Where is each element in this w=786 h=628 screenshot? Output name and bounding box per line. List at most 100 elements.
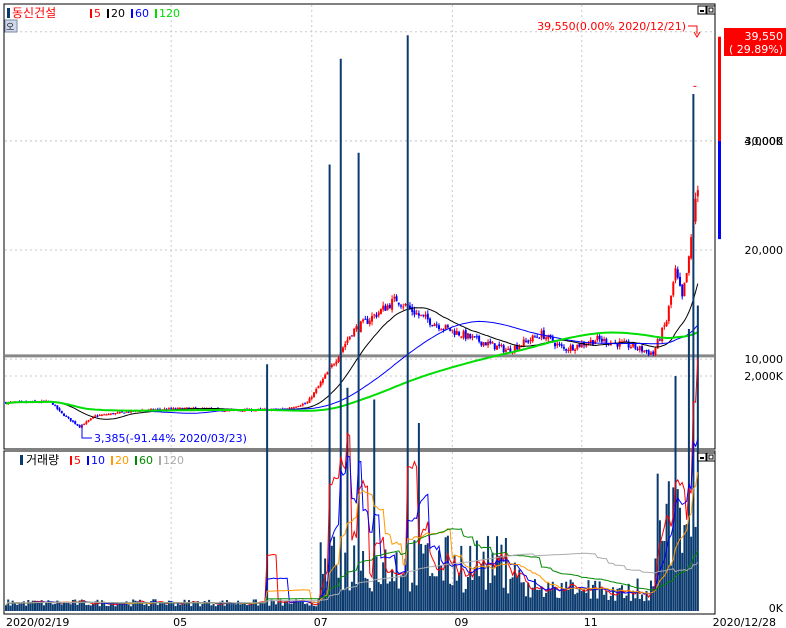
candle-body <box>167 408 170 410</box>
volume-bar <box>27 600 30 611</box>
volume-bar <box>143 604 146 611</box>
volume-bar <box>614 600 617 611</box>
candle-body <box>687 256 690 273</box>
candle-body <box>326 372 329 375</box>
volume-bar <box>165 604 168 611</box>
volume-bar <box>51 604 54 611</box>
volume-bar <box>520 582 523 611</box>
candle-body <box>565 348 568 351</box>
candle-body <box>359 321 362 333</box>
volume-bar <box>554 587 557 611</box>
price-y-tick-label: 10,000 <box>745 353 784 366</box>
candle-body <box>312 392 315 397</box>
candle-body <box>460 336 463 338</box>
volume-bar <box>449 583 452 611</box>
volume-bar <box>353 545 356 611</box>
candle-body <box>348 336 351 340</box>
volume-bar <box>420 543 423 611</box>
volume-bar <box>275 604 278 611</box>
volume-bar <box>455 580 458 611</box>
volume-bar <box>634 598 637 611</box>
volume-bar <box>210 605 213 611</box>
volume-bar <box>446 535 449 611</box>
candle-body <box>487 341 490 346</box>
volume-bar <box>484 589 487 611</box>
side-toggle-label: 오 <box>6 22 14 33</box>
volume-ma-label-10: 10 <box>91 454 105 467</box>
volume-maximize-button[interactable] <box>706 452 716 462</box>
volume-bar <box>76 604 79 611</box>
candle-body <box>373 314 376 316</box>
volume-bar <box>580 591 583 611</box>
volume-bar <box>536 589 539 611</box>
volume-bar <box>567 589 570 611</box>
volume-bar <box>498 555 501 611</box>
candle-body <box>574 349 577 351</box>
price-maximize-button[interactable] <box>706 5 716 15</box>
price-ma-swatch-20 <box>107 9 109 18</box>
volume-bar <box>408 591 411 611</box>
candle-body <box>435 324 438 326</box>
candle-body <box>71 420 74 422</box>
candle-body <box>393 296 396 299</box>
volume-bar <box>371 591 374 611</box>
volume-bar <box>605 590 608 611</box>
candle-body <box>681 284 684 297</box>
candle-body <box>366 318 369 324</box>
candle-body <box>484 342 487 346</box>
candle-body <box>442 329 445 331</box>
volume-bar <box>647 600 650 611</box>
volume-bar <box>261 602 264 611</box>
candle-body <box>629 346 632 348</box>
volume-bar <box>685 524 688 611</box>
candle-body <box>471 336 474 338</box>
candle-body <box>56 405 59 409</box>
volume-bar <box>578 588 581 611</box>
volume-bar <box>504 537 507 611</box>
volume-bar <box>375 556 378 611</box>
volume-bar <box>424 544 427 611</box>
candle-body <box>308 398 311 403</box>
candle-body <box>315 388 318 393</box>
candle-body <box>321 378 324 383</box>
volume-bar <box>620 585 623 611</box>
candle-body <box>415 313 418 315</box>
volume-bar <box>574 594 577 611</box>
price-ma-label-60: 60 <box>135 7 149 20</box>
volume-bar <box>339 58 342 611</box>
volume-bar <box>694 526 697 611</box>
volume-bar <box>344 552 347 611</box>
candle-body <box>645 349 648 352</box>
candle-body <box>114 413 117 415</box>
volume-bar <box>583 589 586 611</box>
candle-body <box>533 336 536 338</box>
volume-bar <box>518 569 521 611</box>
candle-body <box>109 413 112 415</box>
candle-body <box>545 337 548 340</box>
candle-body <box>524 340 527 342</box>
candle-body <box>641 346 644 352</box>
volume-bar <box>154 599 157 611</box>
volume-bar <box>223 605 226 611</box>
candle-body <box>600 338 603 342</box>
volume-bar <box>208 599 211 611</box>
volume-bar <box>589 598 592 611</box>
candle-body <box>330 364 333 367</box>
volume-bar <box>393 581 396 611</box>
volume-bar <box>310 603 313 611</box>
candle-body <box>353 328 356 337</box>
volume-bar <box>11 600 14 611</box>
candle-body <box>292 407 295 409</box>
volume-bar <box>252 599 255 611</box>
volume-bar <box>489 583 492 611</box>
volume-bar <box>560 582 563 611</box>
candle-body <box>529 340 532 342</box>
volume-bar <box>13 603 16 611</box>
volume-minimize-button[interactable] <box>697 452 707 462</box>
price-minimize-button[interactable] <box>697 5 707 15</box>
volume-bar <box>7 599 10 611</box>
candle-body <box>504 349 507 352</box>
volume-bar <box>163 603 166 611</box>
volume-bar <box>221 600 224 611</box>
volume-bar <box>531 587 534 611</box>
